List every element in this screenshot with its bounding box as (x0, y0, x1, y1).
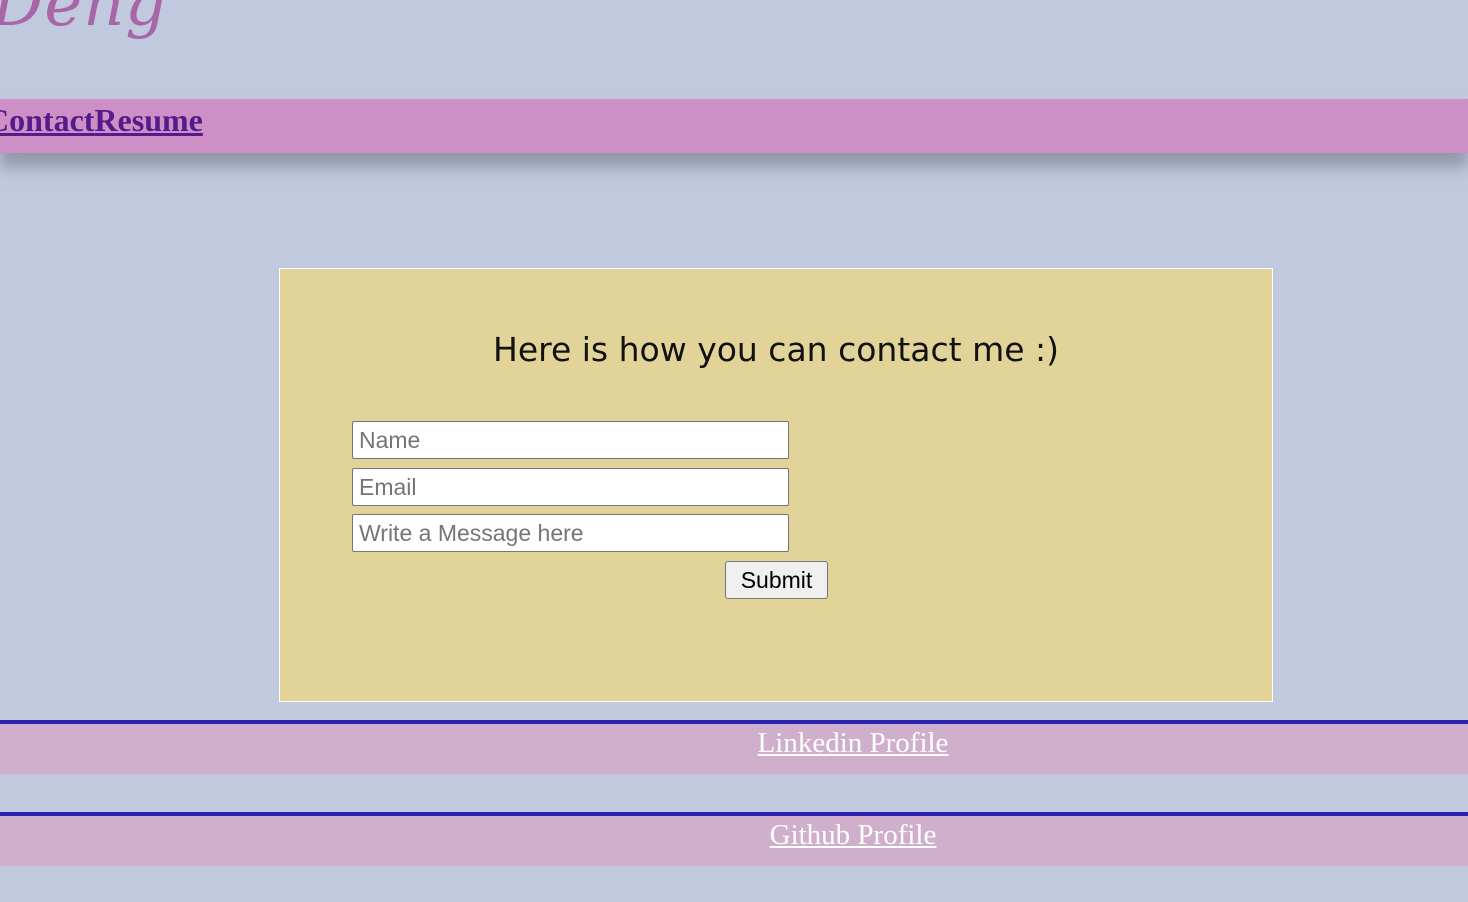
github-profile-link[interactable]: Github Profile (0, 816, 1468, 854)
name-input[interactable] (352, 421, 789, 459)
footer-bar-linkedin: Linkedin Profile (0, 720, 1468, 774)
nav-links: Contact Resume (0, 99, 203, 141)
linkedin-profile-link[interactable]: Linkedin Profile (0, 724, 1468, 762)
footer-bar-github: Github Profile (0, 812, 1468, 866)
contact-heading: Here is how you can contact me :) (493, 330, 1059, 369)
nav-link-contact[interactable]: Contact (0, 102, 94, 139)
site-title: Deng (0, 0, 168, 41)
submit-button[interactable]: Submit (725, 561, 828, 599)
navbar: Contact Resume (0, 99, 1468, 153)
email-input[interactable] (352, 468, 789, 506)
nav-link-resume[interactable]: Resume (94, 102, 202, 139)
message-input[interactable] (352, 514, 789, 552)
contact-card: Here is how you can contact me :) Submit (279, 268, 1273, 702)
